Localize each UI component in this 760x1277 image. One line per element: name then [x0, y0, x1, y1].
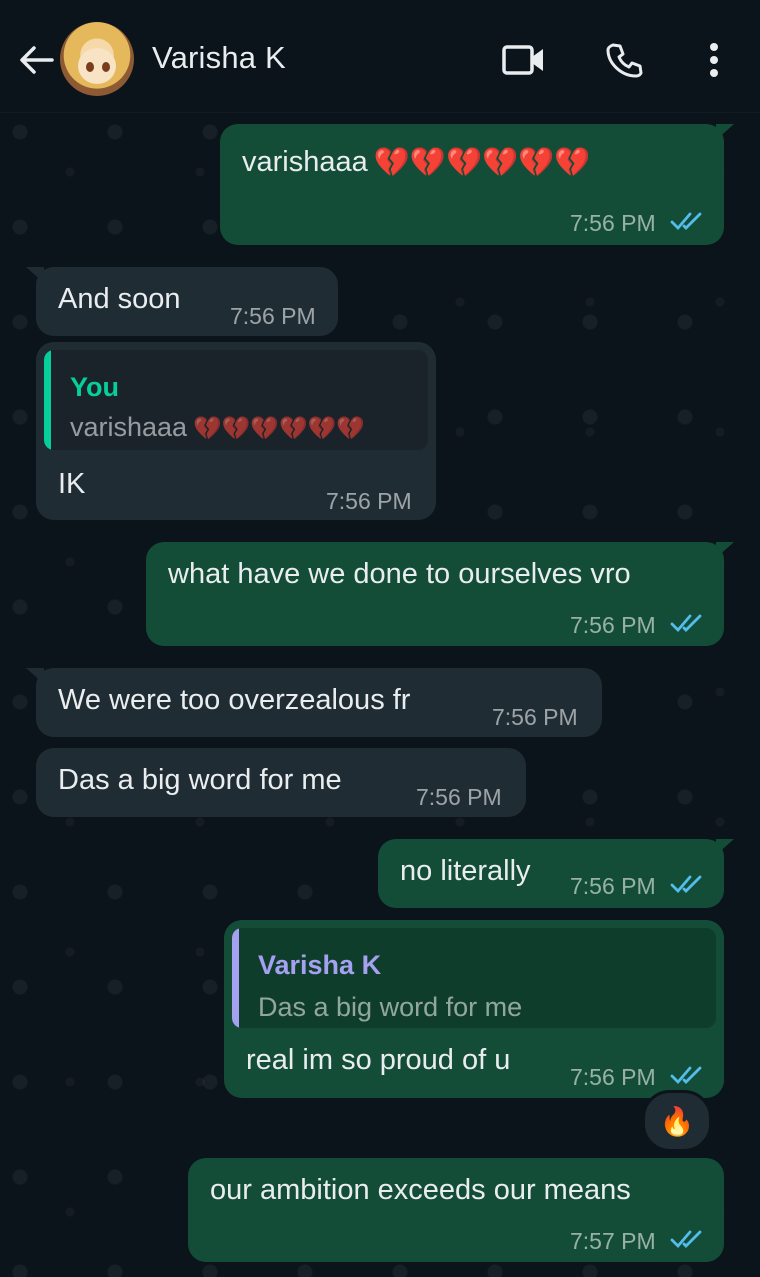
message-time: 7:56 PM [570, 873, 656, 899]
message-text: what have we done to ourselves vro [168, 558, 631, 590]
incoming-message[interactable]: Das a big word for me 7:56 PM [36, 748, 526, 817]
message-time: 7:56 PM [230, 303, 316, 329]
incoming-message[interactable]: And soon 7:56 PM [26, 267, 338, 336]
message-time: 7:56 PM [570, 1064, 656, 1090]
read-ticks-icon [670, 875, 702, 894]
broken-heart-emoji: 💔💔💔💔💔💔 [193, 415, 365, 442]
message-time: 7:56 PM [492, 704, 578, 730]
quoted-message[interactable]: You varishaaa 💔💔💔💔💔💔 [44, 350, 428, 450]
read-ticks-icon [670, 1230, 702, 1249]
message-time: 7:57 PM [570, 1228, 656, 1254]
voice-call-icon[interactable] [600, 40, 648, 80]
broken-heart-emoji: 💔💔💔💔💔💔 [373, 147, 591, 180]
chat-header: Varisha K [0, 0, 760, 113]
incoming-reply-message[interactable]: You varishaaa 💔💔💔💔💔💔 IK 7:56 PM [36, 342, 436, 520]
outgoing-reply-message[interactable]: Varisha K Das a big word for me real im … [224, 920, 724, 1098]
message-time: 7:56 PM [326, 488, 412, 514]
message-text: no literally [400, 855, 531, 887]
quoted-author: Varisha K [258, 950, 382, 980]
message-text: our ambition exceeds our means [210, 1174, 631, 1206]
quoted-message[interactable]: Varisha K Das a big word for me [232, 928, 716, 1028]
message-text: IK [58, 468, 86, 500]
more-options-icon[interactable] [690, 40, 738, 80]
read-ticks-icon [670, 1066, 702, 1085]
message-text: Das a big word for me [58, 764, 342, 796]
message-time: 7:56 PM [416, 784, 502, 810]
fire-reaction-emoji[interactable]: 🔥 [642, 1090, 712, 1152]
quoted-text: varishaaa [70, 412, 188, 442]
message-text: And soon [58, 283, 181, 315]
video-call-icon[interactable] [500, 40, 548, 80]
outgoing-message[interactable]: no literally 7:56 PM [378, 839, 734, 908]
avatar[interactable] [60, 22, 134, 96]
message-time: 7:56 PM [570, 210, 656, 236]
outgoing-message[interactable]: what have we done to ourselves vro 7:56 … [146, 542, 734, 646]
quoted-text: Das a big word for me [258, 992, 523, 1022]
back-arrow-icon[interactable] [16, 40, 56, 80]
outgoing-message[interactable]: varishaaa 💔💔💔💔💔💔 7:56 PM [220, 124, 734, 245]
read-ticks-icon [670, 614, 702, 633]
read-ticks-icon [670, 212, 702, 231]
message-text: real im so proud of u [246, 1044, 511, 1076]
message-text: We were too overzealous fr [58, 684, 411, 716]
incoming-message[interactable]: We were too overzealous fr 7:56 PM [26, 668, 602, 737]
contact-name[interactable]: Varisha K [152, 40, 286, 76]
quoted-author: You [70, 372, 119, 402]
message-text: varishaaa [242, 146, 368, 178]
message-time: 7:56 PM [570, 612, 656, 638]
outgoing-message[interactable]: our ambition exceeds our means 7:57 PM [188, 1158, 724, 1262]
